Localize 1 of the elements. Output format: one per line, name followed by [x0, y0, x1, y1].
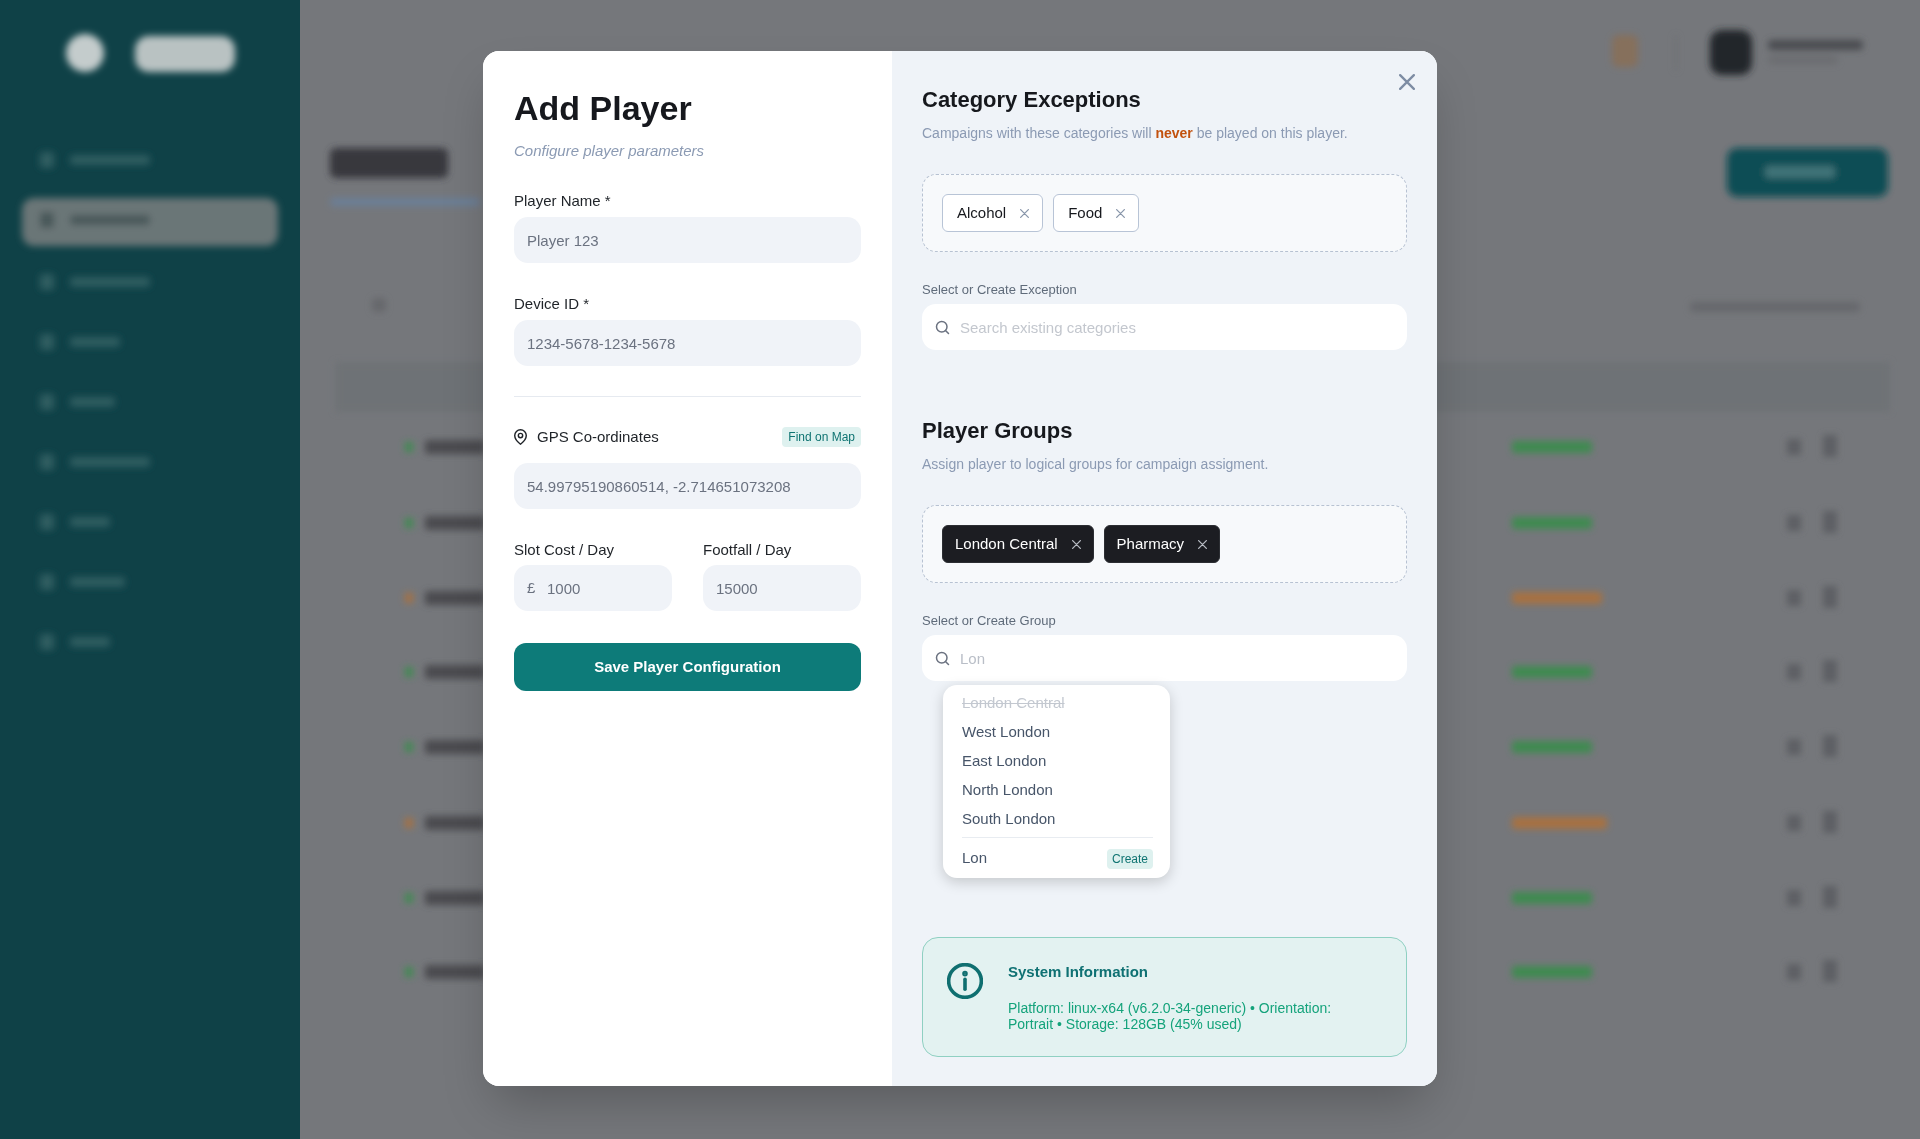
info-text: Platform: linux-x64 (v6.2.0-34-generic) • Orientation: Portrait • Storage: 128GB (45% used) [1008, 1000, 1333, 1032]
